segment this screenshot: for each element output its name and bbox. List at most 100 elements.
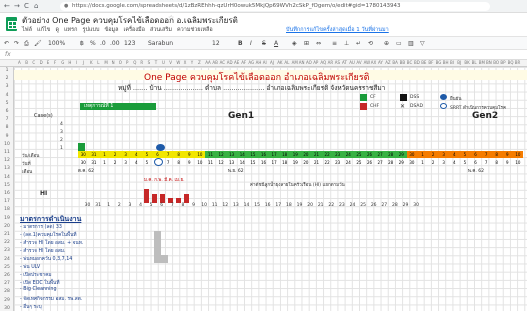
day-number[interactable]: 29 <box>396 159 407 166</box>
measure-cell[interactable] <box>154 239 161 247</box>
day-cell[interactable]: 31 <box>88 151 100 158</box>
day-number[interactable]: 16 <box>258 159 269 166</box>
row-number[interactable]: 12 <box>0 158 14 163</box>
day-number[interactable]: 3 <box>120 159 131 166</box>
redo-icon[interactable]: ↷ <box>14 40 19 47</box>
column-letter[interactable]: BI <box>450 60 454 65</box>
day-number[interactable]: 7 <box>163 159 174 166</box>
row-number[interactable]: 13 <box>0 166 14 171</box>
column-letter[interactable]: AJ <box>270 60 274 65</box>
day-cell[interactable]: 25 <box>353 151 365 158</box>
column-letter[interactable]: AN <box>299 60 305 65</box>
day-number[interactable]: 24 <box>343 159 354 166</box>
column-letter[interactable]: B <box>25 60 28 65</box>
wrap-icon[interactable]: ↵ <box>356 40 361 47</box>
measure-item[interactable]: - พ่นหมอกควัน 0,3,7,14 <box>20 255 72 263</box>
valign-icon[interactable]: ⊥ <box>344 40 349 47</box>
day-cell[interactable]: 24 <box>343 151 354 158</box>
day-cell[interactable]: 29 <box>396 151 407 158</box>
row-number[interactable]: 19 <box>0 216 14 221</box>
chart-icon[interactable]: ▥ <box>408 40 414 47</box>
day-cell[interactable]: 30 <box>406 151 418 158</box>
day-number[interactable]: 30 <box>407 159 418 166</box>
day-cell[interactable]: 23 <box>332 151 343 158</box>
day-cell[interactable]: 3 <box>438 151 449 158</box>
measure-item[interactable]: - จัดเทศกิจกรรม อสม. รพ.สต. <box>20 295 82 303</box>
row-number[interactable]: 3 <box>0 84 14 89</box>
day-cell[interactable]: 10 <box>194 151 206 158</box>
row-number[interactable]: 9 <box>0 134 14 139</box>
day-number[interactable]: 10 <box>513 159 524 166</box>
column-letter[interactable]: BA <box>392 60 397 65</box>
merge-icon[interactable]: ⇔ <box>316 40 321 47</box>
day-number[interactable]: 1 <box>417 159 428 166</box>
row-number[interactable]: 18 <box>0 207 14 212</box>
font-size-select[interactable]: 12 <box>212 40 220 47</box>
column-letter[interactable]: E <box>47 60 50 65</box>
menu-item[interactable]: ส่วนเสริม <box>150 26 172 34</box>
sheets-logo-icon[interactable] <box>6 17 17 31</box>
column-letter[interactable]: AC <box>220 60 225 65</box>
back-icon[interactable]: ← <box>4 2 10 10</box>
column-letter[interactable]: BN <box>486 60 492 65</box>
column-letter[interactable]: AZ <box>385 60 390 65</box>
column-letter[interactable]: AG <box>248 60 254 65</box>
column-letter[interactable]: BJ <box>457 60 461 65</box>
day-cell[interactable]: 12 <box>215 151 227 158</box>
day-number[interactable]: 8 <box>173 159 184 166</box>
column-letter[interactable]: N <box>112 60 115 65</box>
percent-button[interactable]: % <box>90 40 96 47</box>
measure-item[interactable]: - Big Cleanning <box>20 287 57 292</box>
column-letter[interactable]: AY <box>378 60 383 65</box>
column-letter[interactable]: AE <box>234 60 239 65</box>
day-cell[interactable]: 21 <box>311 151 322 158</box>
day-number[interactable]: 5 <box>460 159 471 166</box>
increase-decimal-button[interactable]: .00 <box>110 40 120 47</box>
fill-color-icon[interactable]: ◈ <box>292 40 297 47</box>
day-cell[interactable]: 16 <box>258 151 269 158</box>
day-cell[interactable]: 9 <box>502 151 513 158</box>
borders-icon[interactable]: ⊞ <box>304 40 309 47</box>
day-cell[interactable]: 27 <box>374 151 386 158</box>
filter-icon[interactable]: ▽ <box>420 40 425 47</box>
link-icon[interactable]: ⊕ <box>384 40 389 47</box>
measure-item[interactable]: - เปิด EOC ในพื้นที่ <box>20 279 60 287</box>
column-letter[interactable]: BB <box>400 60 406 65</box>
day-number[interactable]: 2 <box>428 159 439 166</box>
menu-item[interactable]: รูปแบบ <box>82 26 99 34</box>
measure-cell[interactable] <box>154 231 161 239</box>
column-letter[interactable]: F <box>54 60 56 65</box>
row-number[interactable]: 29 <box>0 298 14 303</box>
column-letter[interactable]: AP <box>313 60 318 65</box>
row-number[interactable]: 30 <box>0 306 14 311</box>
row-number[interactable]: 7 <box>0 117 14 122</box>
menu-item[interactable]: ข้อมูล <box>104 26 118 34</box>
row-number[interactable]: 26 <box>0 273 14 278</box>
day-cell[interactable]: 4 <box>449 151 460 158</box>
day-number[interactable]: 5 <box>142 159 153 166</box>
day-number[interactable]: 23 <box>332 159 343 166</box>
last-edit-link[interactable]: บันทึกการแก้ไขครั้งล่าสุดเมื่อ 1 วันที่ผ… <box>286 26 389 34</box>
italic-button[interactable]: I <box>250 40 252 47</box>
row-number[interactable]: 15 <box>0 183 14 188</box>
day-cell[interactable]: 7 <box>480 151 492 158</box>
measure-item[interactable]: - สำรวจ HI โดย อสม. + จนท. <box>20 239 83 247</box>
day-number[interactable]: 6 <box>470 159 481 166</box>
day-cell[interactable]: 11 <box>205 151 216 158</box>
align-icon[interactable]: ≡ <box>332 40 337 47</box>
row-number[interactable]: 11 <box>0 150 14 155</box>
column-letter[interactable]: L <box>97 60 99 65</box>
day-cell[interactable]: 30 <box>78 151 89 158</box>
column-letter[interactable]: R <box>140 60 143 65</box>
day-number[interactable]: 22 <box>322 159 333 166</box>
day-number[interactable]: 11 <box>205 159 216 166</box>
column-letter[interactable]: AB <box>212 60 217 65</box>
decrease-decimal-button[interactable]: .0 <box>100 40 106 47</box>
reload-icon[interactable]: C <box>24 2 29 10</box>
row-number[interactable]: 14 <box>0 175 14 180</box>
day-number[interactable]: 1 <box>99 159 110 166</box>
column-letter[interactable]: AT <box>342 60 347 65</box>
day-number[interactable]: 13 <box>226 159 237 166</box>
bold-button[interactable]: B <box>238 40 243 47</box>
day-cell[interactable]: 8 <box>491 151 502 158</box>
